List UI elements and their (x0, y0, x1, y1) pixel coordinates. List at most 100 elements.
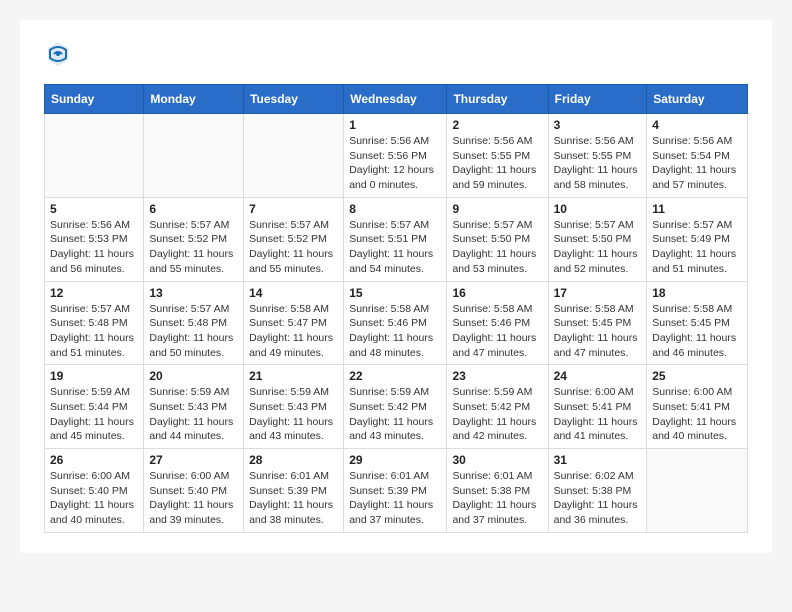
weekday-header-row: SundayMondayTuesdayWednesdayThursdayFrid… (45, 85, 748, 114)
calendar-cell: 12 Sunrise: 5:57 AM Sunset: 5:48 PM Dayli… (45, 281, 144, 365)
day-number: 24 (554, 369, 642, 383)
calendar-cell: 27Sunrise: 6:00 AM Sunset: 5:40 PM Dayli… (144, 449, 244, 533)
day-number: 17 (554, 286, 642, 300)
day-info: Sunrise: 5:58 AM Sunset: 5:45 PM Dayligh… (554, 302, 642, 361)
day-number: 12 (50, 286, 138, 300)
day-info: Sunrise: 5:58 AM Sunset: 5:46 PM Dayligh… (452, 302, 542, 361)
calendar-cell: 19 Sunrise: 5:59 AM Sunset: 5:44 PM Dayli… (45, 365, 144, 449)
day-info: Sunrise: 5:57 AM Sunset: 5:50 PM Dayligh… (452, 218, 542, 277)
calendar-cell (45, 114, 144, 198)
day-number: 19 (50, 369, 138, 383)
day-info: Sunrise: 5:57 AM Sunset: 5:50 PM Dayligh… (554, 218, 642, 277)
day-info: Sunrise: 5:57 AM Sunset: 5:48 PM Dayligh… (50, 302, 138, 361)
day-number: 22 (349, 369, 441, 383)
day-number: 11 (652, 202, 742, 216)
day-info: Sunrise: 5:58 AM Sunset: 5:46 PM Dayligh… (349, 302, 441, 361)
calendar-cell: 8 Sunrise: 5:57 AM Sunset: 5:51 PM Daylig… (344, 197, 447, 281)
day-info: Sunrise: 6:00 AM Sunset: 5:41 PM Dayligh… (554, 385, 642, 444)
calendar-cell: 4 Sunrise: 5:56 AM Sunset: 5:54 PM Daylig… (647, 114, 748, 198)
calendar-cell (244, 114, 344, 198)
day-number: 21 (249, 369, 338, 383)
day-number: 10 (554, 202, 642, 216)
calendar-cell (647, 449, 748, 533)
day-info: Sunrise: 5:59 AM Sunset: 5:43 PM Dayligh… (149, 385, 238, 444)
day-number: 5 (50, 202, 138, 216)
day-number: 15 (349, 286, 441, 300)
day-number: 28 (249, 453, 338, 467)
day-number: 23 (452, 369, 542, 383)
calendar-week-3: 12 Sunrise: 5:57 AM Sunset: 5:48 PM Dayli… (45, 281, 748, 365)
day-info: Sunrise: 6:00 AM Sunset: 5:40 PM Dayligh… (50, 469, 138, 528)
day-info: Sunrise: 5:59 AM Sunset: 5:44 PM Dayligh… (50, 385, 138, 444)
day-info: Sunrise: 5:56 AM Sunset: 5:54 PM Dayligh… (652, 134, 742, 193)
day-info: Sunrise: 6:00 AM Sunset: 5:41 PM Dayligh… (652, 385, 742, 444)
day-number: 4 (652, 118, 742, 132)
day-number: 9 (452, 202, 542, 216)
day-info: Sunrise: 6:02 AM Sunset: 5:38 PM Dayligh… (554, 469, 642, 528)
logo-icon (44, 40, 72, 68)
calendar-cell: 17 Sunrise: 5:58 AM Sunset: 5:45 PM Dayli… (548, 281, 647, 365)
weekday-header-monday: Monday (144, 85, 244, 114)
calendar-cell: 2 Sunrise: 5:56 AM Sunset: 5:55 PM Daylig… (447, 114, 548, 198)
weekday-header-thursday: Thursday (447, 85, 548, 114)
calendar-week-2: 5 Sunrise: 5:56 AM Sunset: 5:53 PM Daylig… (45, 197, 748, 281)
calendar-cell: 20 Sunrise: 5:59 AM Sunset: 5:43 PM Dayli… (144, 365, 244, 449)
weekday-header-wednesday: Wednesday (344, 85, 447, 114)
calendar-cell: 30 Sunrise: 6:01 AM Sunset: 5:38 PM Dayli… (447, 449, 548, 533)
day-info: Sunrise: 6:01 AM Sunset: 5:39 PM Dayligh… (249, 469, 338, 528)
day-info: Sunrise: 5:56 AM Sunset: 5:55 PM Dayligh… (452, 134, 542, 193)
calendar-cell: 26Sunrise: 6:00 AM Sunset: 5:40 PM Dayli… (45, 449, 144, 533)
logo (44, 40, 78, 68)
day-number: 16 (452, 286, 542, 300)
day-info: Sunrise: 6:00 AM Sunset: 5:40 PM Dayligh… (149, 469, 238, 528)
calendar-cell: 29 Sunrise: 6:01 AM Sunset: 5:39 PM Dayli… (344, 449, 447, 533)
day-info: Sunrise: 5:59 AM Sunset: 5:42 PM Dayligh… (349, 385, 441, 444)
weekday-header-friday: Friday (548, 85, 647, 114)
calendar-cell: 10 Sunrise: 5:57 AM Sunset: 5:50 PM Dayli… (548, 197, 647, 281)
calendar-table: SundayMondayTuesdayWednesdayThursdayFrid… (44, 84, 748, 533)
calendar-cell: 25 Sunrise: 6:00 AM Sunset: 5:41 PM Dayli… (647, 365, 748, 449)
day-number: 25 (652, 369, 742, 383)
day-number: 14 (249, 286, 338, 300)
day-info: Sunrise: 5:57 AM Sunset: 5:52 PM Dayligh… (249, 218, 338, 277)
calendar-cell: 28 Sunrise: 6:01 AM Sunset: 5:39 PM Dayli… (244, 449, 344, 533)
weekday-header-sunday: Sunday (45, 85, 144, 114)
calendar-week-1: 1Sunrise: 5:56 AM Sunset: 5:56 PM Daylig… (45, 114, 748, 198)
calendar-cell (144, 114, 244, 198)
day-number: 29 (349, 453, 441, 467)
day-info: Sunrise: 5:58 AM Sunset: 5:45 PM Dayligh… (652, 302, 742, 361)
day-number: 13 (149, 286, 238, 300)
day-info: Sunrise: 5:57 AM Sunset: 5:52 PM Dayligh… (149, 218, 238, 277)
weekday-header-tuesday: Tuesday (244, 85, 344, 114)
header (44, 40, 748, 68)
day-info: Sunrise: 5:57 AM Sunset: 5:51 PM Dayligh… (349, 218, 441, 277)
day-number: 20 (149, 369, 238, 383)
day-number: 18 (652, 286, 742, 300)
calendar-cell: 22 Sunrise: 5:59 AM Sunset: 5:42 PM Dayli… (344, 365, 447, 449)
calendar-cell: 11 Sunrise: 5:57 AM Sunset: 5:49 PM Dayli… (647, 197, 748, 281)
day-number: 6 (149, 202, 238, 216)
day-info: Sunrise: 6:01 AM Sunset: 5:38 PM Dayligh… (452, 469, 542, 528)
day-number: 3 (554, 118, 642, 132)
day-info: Sunrise: 5:56 AM Sunset: 5:53 PM Dayligh… (50, 218, 138, 277)
main-container: SundayMondayTuesdayWednesdayThursdayFrid… (20, 20, 772, 553)
day-info: Sunrise: 5:56 AM Sunset: 5:55 PM Dayligh… (554, 134, 642, 193)
calendar-cell: 24 Sunrise: 6:00 AM Sunset: 5:41 PM Dayli… (548, 365, 647, 449)
day-number: 1 (349, 118, 441, 132)
day-info: Sunrise: 5:59 AM Sunset: 5:42 PM Dayligh… (452, 385, 542, 444)
day-info: Sunrise: 5:59 AM Sunset: 5:43 PM Dayligh… (249, 385, 338, 444)
calendar-cell: 15 Sunrise: 5:58 AM Sunset: 5:46 PM Dayli… (344, 281, 447, 365)
weekday-header-saturday: Saturday (647, 85, 748, 114)
calendar-cell: 16 Sunrise: 5:58 AM Sunset: 5:46 PM Dayli… (447, 281, 548, 365)
day-number: 31 (554, 453, 642, 467)
calendar-cell: 31 Sunrise: 6:02 AM Sunset: 5:38 PM Dayli… (548, 449, 647, 533)
day-number: 30 (452, 453, 542, 467)
day-number: 7 (249, 202, 338, 216)
calendar-cell: 6 Sunrise: 5:57 AM Sunset: 5:52 PM Daylig… (144, 197, 244, 281)
day-number: 2 (452, 118, 542, 132)
calendar-cell: 14Sunrise: 5:58 AM Sunset: 5:47 PM Dayli… (244, 281, 344, 365)
calendar-week-4: 19 Sunrise: 5:59 AM Sunset: 5:44 PM Dayli… (45, 365, 748, 449)
day-number: 8 (349, 202, 441, 216)
day-info: Sunrise: 5:57 AM Sunset: 5:49 PM Dayligh… (652, 218, 742, 277)
day-info: Sunrise: 6:01 AM Sunset: 5:39 PM Dayligh… (349, 469, 441, 528)
